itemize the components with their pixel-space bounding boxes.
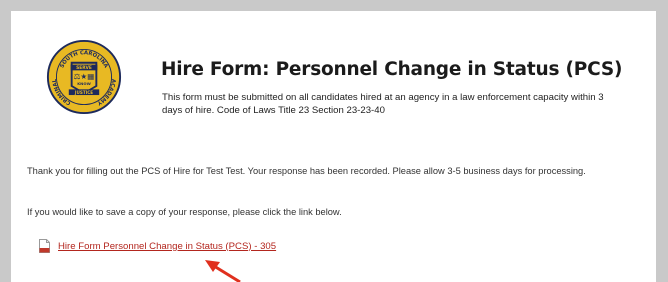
logo-banner-justice: JUSTICE: [74, 90, 93, 95]
response-file-link[interactable]: Hire Form Personnel Change in Status (PC…: [58, 241, 276, 252]
pdf-file-icon: [39, 239, 50, 253]
annotation-arrow-icon: [205, 260, 241, 282]
svg-text:⚖★▦: ⚖★▦: [74, 72, 95, 81]
confirmation-message: Thank you for filling out the PCS of Hir…: [27, 166, 586, 176]
form-description: This form must be submitted on all candi…: [162, 92, 604, 116]
logo-banner-know: KNOW: [77, 81, 91, 86]
academy-seal-logo: SOUTH CAROLINA CRIMINAL ACADEMY SERVE ⚖★…: [46, 39, 122, 115]
form-panel: SOUTH CAROLINA CRIMINAL ACADEMY SERVE ⚖★…: [11, 11, 656, 282]
response-file-link-row: Hire Form Personnel Change in Status (PC…: [39, 238, 276, 254]
logo-banner-serve: SERVE: [76, 65, 92, 71]
save-copy-note: If you would like to save a copy of your…: [27, 207, 342, 217]
page-title: Hire Form: Personnel Change in Status (P…: [161, 59, 623, 80]
